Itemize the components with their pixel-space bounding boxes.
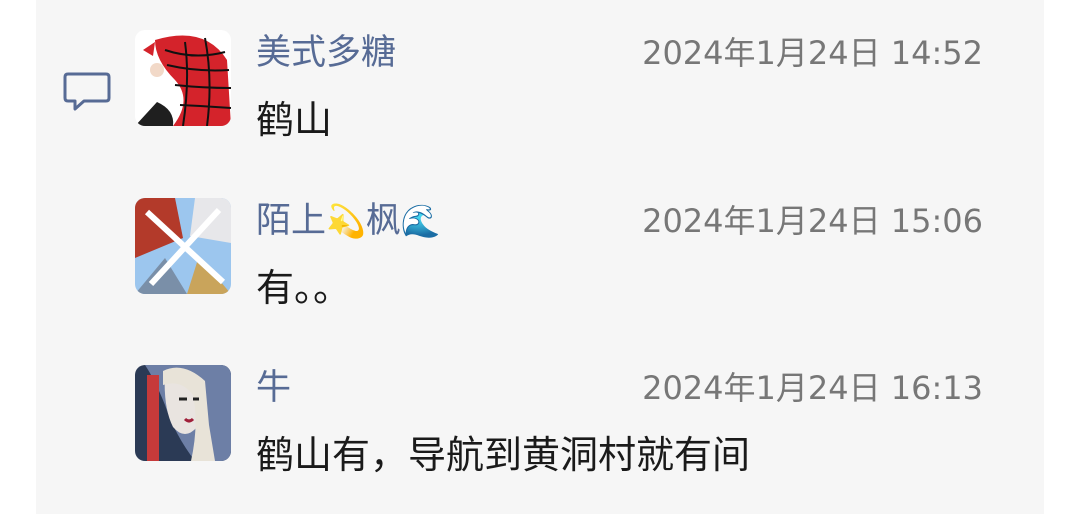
dizzy-emoji-icon: 💫 [326,202,366,240]
avatar[interactable] [135,365,231,461]
commenter-name-part: 陌上 [256,201,327,241]
buildings-sky-avatar-image [135,198,231,294]
comment-time: 2024年1月24日 16:13 [642,369,983,407]
comment-item[interactable]: 美式多糖 2024年1月24日 14:52 鹤山 [135,30,995,142]
comment-item[interactable]: 牛 2024年1月24日 16:13 鹤山有，导航到黄洞村就有间 [135,365,995,477]
comment-icon[interactable] [62,70,112,114]
commenter-name[interactable]: 美式多糖 [256,30,396,76]
commenter-name[interactable]: 牛 [256,365,291,411]
comment-text: 鹤山有，导航到黄洞村就有间 [256,433,751,477]
comment-time: 2024年1月24日 15:06 [642,202,983,240]
comment-item[interactable]: 陌上💫枫🌊 2024年1月24日 15:06 有。。 [135,198,995,310]
commenter-name[interactable]: 陌上💫枫🌊 [256,198,441,244]
comment-text: 鹤山 [256,98,333,142]
avatar[interactable] [135,30,231,126]
avatar[interactable] [135,198,231,294]
comment-time: 2024年1月24日 14:52 [642,34,983,72]
wave-emoji-icon: 🌊 [400,202,441,240]
character-portrait-avatar-image [135,365,231,461]
spiderman-avatar-image [135,30,231,126]
comment-text: 有。。 [256,266,352,310]
commenter-name-part: 枫 [365,201,401,241]
